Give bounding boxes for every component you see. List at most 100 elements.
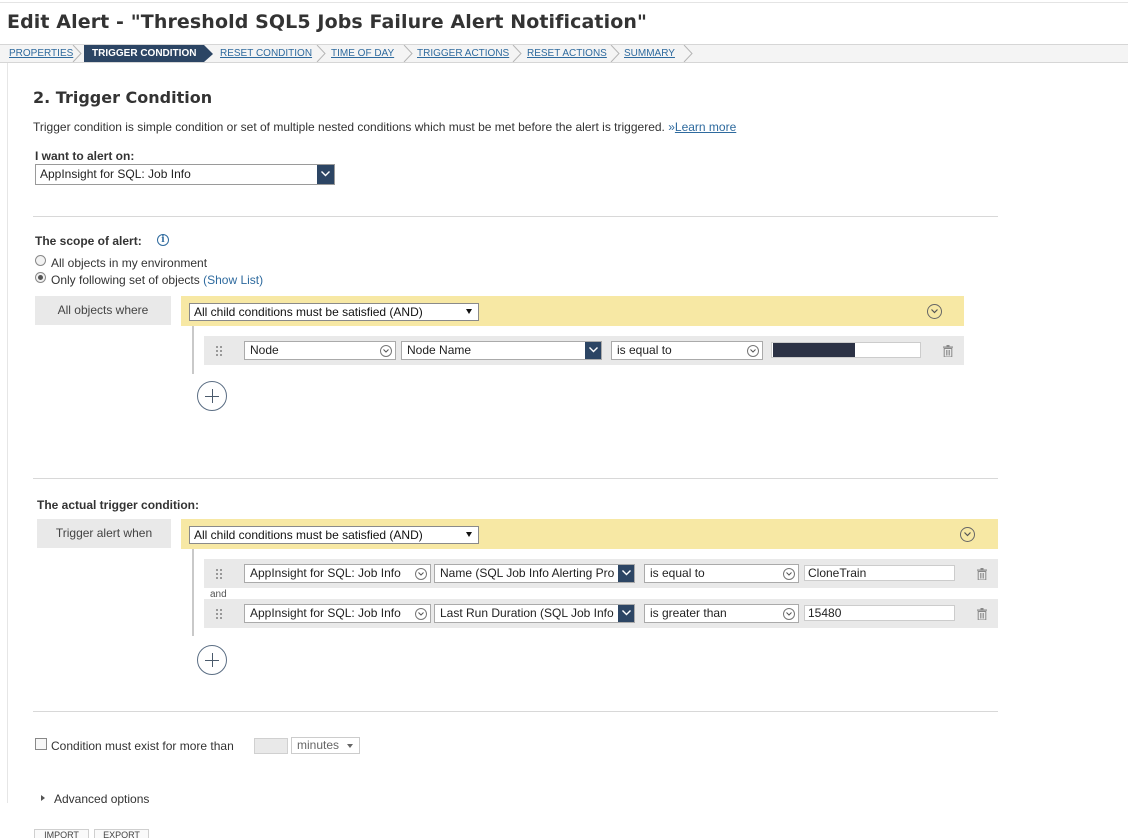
wizard-step-properties[interactable]: PROPERTIES [9, 45, 73, 62]
radio-following-objects-text: Only following set of objects [51, 273, 200, 287]
chevron-right-icon [683, 45, 693, 62]
drag-handle-icon[interactable] [216, 609, 224, 619]
trigger-object-select[interactable]: AppInsight for SQL: Job Info [244, 564, 431, 583]
chevron-down-icon [585, 342, 601, 359]
all-objects-where-label: All objects where [35, 296, 171, 325]
alert-on-value: AppInsight for SQL: Job Info [40, 167, 191, 181]
description-text: Trigger condition is simple condition or… [33, 120, 665, 134]
show-list-link[interactable]: (Show List) [203, 273, 263, 287]
drag-handle-icon[interactable] [216, 346, 224, 356]
top-rule [0, 2, 1128, 3]
chevron-right-icon [316, 45, 326, 62]
section-description: Trigger condition is simple condition or… [33, 120, 736, 134]
chevron-down-icon [783, 568, 795, 580]
learn-more-link[interactable]: Learn more [675, 120, 736, 134]
trash-icon[interactable] [943, 345, 953, 357]
radio-all-objects[interactable] [35, 255, 46, 266]
trigger-operator-select[interactable]: is equal to [644, 564, 799, 583]
duration-input[interactable] [254, 738, 288, 754]
divider [33, 216, 998, 217]
chevron-right-icon [72, 45, 82, 62]
trash-icon[interactable] [977, 608, 987, 620]
chevron-down-icon [415, 608, 427, 620]
scope-field-value: Node Name [407, 343, 472, 357]
alert-on-select[interactable]: AppInsight for SQL: Job Info [35, 164, 335, 185]
trigger-field-value: Last Run Duration (SQL Job Info [440, 606, 614, 620]
advanced-options-toggle[interactable]: Advanced options [54, 792, 149, 806]
caret-down-icon [347, 744, 353, 748]
scope-field-select[interactable]: Node Name [401, 341, 602, 360]
scope-operator-value: is equal to [617, 343, 672, 357]
scope-object-select[interactable]: Node [244, 341, 396, 360]
divider [33, 478, 998, 479]
trigger-condition-row: AppInsight for SQL: Job Info Name (SQL J… [204, 559, 998, 588]
add-scope-condition-button[interactable] [197, 381, 227, 411]
export-button[interactable]: EXPORT [94, 829, 149, 838]
wizard-step-time-of-day[interactable]: TIME OF DAY [331, 45, 394, 62]
group-tree-line [192, 326, 194, 374]
duration-unit-select[interactable]: minutes [291, 737, 360, 754]
wizard-step-trigger-condition[interactable]: TRIGGER CONDITION [84, 45, 213, 62]
trigger-value-input[interactable]: 15480 [804, 605, 955, 621]
condition-duration-label: Condition must exist for more than [51, 739, 234, 753]
trigger-value-input[interactable]: CloneTrain [804, 565, 955, 581]
chevron-down-icon [618, 565, 634, 582]
drag-handle-icon[interactable] [216, 569, 224, 579]
scope-logic-select[interactable]: All child conditions must be satisfied (… [189, 303, 479, 321]
frame-border [7, 63, 8, 803]
duration-unit-value: minutes [297, 738, 340, 752]
page-title: Edit Alert - "Threshold SQL5 Jobs Failur… [7, 11, 648, 33]
trigger-operator-value: is equal to [650, 566, 705, 580]
trigger-operator-value: is greater than [650, 606, 727, 620]
chevron-down-icon [747, 345, 759, 357]
chevron-down-icon [380, 345, 392, 357]
wizard-step-trigger-actions[interactable]: TRIGGER ACTIONS [417, 45, 509, 62]
caret-right-icon[interactable] [41, 795, 45, 801]
radio-following-objects-label: Only following set of objects (Show List… [51, 273, 263, 287]
chevron-down-icon [618, 605, 634, 622]
import-button[interactable]: IMPORT [34, 829, 89, 838]
trigger-logic-select[interactable]: All child conditions must be satisfied (… [189, 526, 479, 544]
trigger-logic-value: All child conditions must be satisfied (… [194, 528, 423, 542]
trigger-object-value: AppInsight for SQL: Job Info [250, 606, 401, 620]
redacted-value [773, 343, 855, 357]
info-icon[interactable]: i [157, 234, 169, 246]
trigger-operator-select[interactable]: is greater than [644, 604, 799, 623]
add-trigger-condition-button[interactable] [197, 645, 227, 675]
scope-label: The scope of alert: [35, 234, 142, 248]
alert-on-label: I want to alert on: [35, 149, 135, 163]
chevron-right-icon [512, 45, 522, 62]
wizard-step-reset-actions[interactable]: RESET ACTIONS [527, 45, 607, 62]
collapse-group-icon[interactable] [960, 527, 975, 542]
condition-duration-checkbox[interactable] [35, 738, 47, 750]
chevron-down-icon [783, 608, 795, 620]
chevron-right-icon [403, 45, 413, 62]
collapse-group-icon[interactable] [927, 304, 942, 319]
wizard-step-reset-condition[interactable]: RESET CONDITION [220, 45, 312, 62]
trigger-label: The actual trigger condition: [37, 498, 200, 512]
trigger-alert-when-label: Trigger alert when [37, 519, 171, 548]
trash-icon[interactable] [977, 568, 987, 580]
scope-object-value: Node [250, 343, 279, 357]
wizard-step-summary[interactable]: SUMMARY [624, 45, 675, 62]
trigger-field-value: Name (SQL Job Info Alerting Pro [440, 566, 615, 580]
trigger-object-value: AppInsight for SQL: Job Info [250, 566, 401, 580]
trigger-field-select[interactable]: Name (SQL Job Info Alerting Pro [434, 564, 635, 583]
caret-down-icon [466, 309, 472, 314]
trigger-condition-row: AppInsight for SQL: Job Info Last Run Du… [204, 599, 998, 628]
chevron-down-icon [415, 568, 427, 580]
trigger-object-select[interactable]: AppInsight for SQL: Job Info [244, 604, 431, 623]
section-title: 2. Trigger Condition [33, 88, 213, 107]
chevron-right-icon [610, 45, 620, 62]
divider [33, 711, 998, 712]
scope-logic-value: All child conditions must be satisfied (… [194, 305, 423, 319]
caret-down-icon [466, 532, 472, 537]
radio-all-objects-label: All objects in my environment [51, 256, 208, 270]
radio-following-objects[interactable] [35, 272, 46, 283]
wizard-breadcrumb: PROPERTIES TRIGGER CONDITION RESET CONDI… [0, 44, 1128, 63]
learn-more-prefix: » [668, 120, 675, 134]
chevron-down-icon[interactable] [317, 165, 334, 184]
trigger-field-select[interactable]: Last Run Duration (SQL Job Info [434, 604, 635, 623]
scope-operator-select[interactable]: is equal to [611, 341, 763, 360]
scope-condition-row: Node Node Name is equal to [204, 336, 964, 365]
